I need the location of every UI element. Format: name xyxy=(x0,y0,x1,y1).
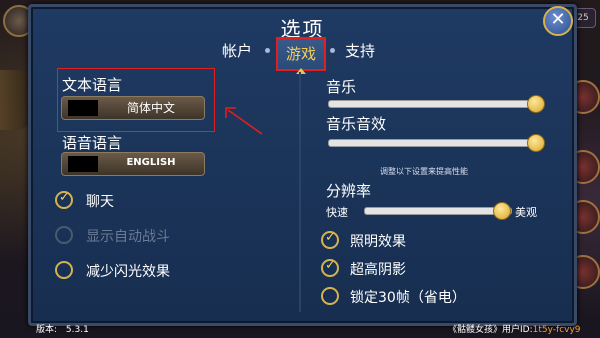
voice-language-label: 语音语言 xyxy=(62,134,123,152)
ultra-shadow-label: 超高阴影 xyxy=(350,262,406,278)
tab-bar: 帐户 游戏 支持 xyxy=(0,37,600,74)
reduce-flash-checkbox[interactable] xyxy=(55,261,73,279)
music-slider[interactable] xyxy=(328,95,545,113)
resolution-max-label: 美观 xyxy=(515,206,537,219)
voice-language-select[interactable]: ENGLISH xyxy=(61,152,205,176)
user-id: 1t5y-fcvy9 xyxy=(532,325,581,335)
lighting-checkbox[interactable] xyxy=(321,230,339,249)
text-language-value: 简体中文 xyxy=(126,101,175,115)
column-divider xyxy=(299,72,301,312)
resolution-min-label: 快速 xyxy=(326,206,348,219)
chat-label: 聊天 xyxy=(86,194,114,210)
ultra-shadow-checkbox[interactable] xyxy=(321,258,339,277)
version-info: 版本: 5.3.1 xyxy=(36,322,89,335)
text-language-label: 文本语言 xyxy=(62,76,123,94)
annotation-arrow-icon xyxy=(225,107,263,135)
game-title: 《骷髅女孩》用户ID: xyxy=(448,325,533,335)
tab-separator xyxy=(265,48,270,53)
chat-checkbox[interactable] xyxy=(55,190,73,209)
music-sfx-label: 音乐音效 xyxy=(326,115,387,133)
reduce-flash-label: 减少闪光效果 xyxy=(86,264,170,280)
flag-swatch xyxy=(68,156,98,172)
user-info: 《骷髅女孩》用户ID:1t5y-fcvy9 xyxy=(448,322,581,335)
lighting-label: 照明效果 xyxy=(350,234,406,250)
auto-battle-label: 显示自动战斗 xyxy=(86,229,170,245)
tab-game[interactable]: 游戏 xyxy=(276,37,326,71)
text-language-select[interactable]: 简体中文 xyxy=(61,96,205,120)
voice-language-value: ENGLISH xyxy=(126,157,176,168)
auto-battle-checkbox[interactable] xyxy=(55,226,73,244)
resolution-label: 分辨率 xyxy=(326,182,372,200)
tab-account[interactable]: 帐户 xyxy=(222,40,252,61)
music-sfx-slider[interactable] xyxy=(328,134,545,152)
flag-swatch xyxy=(68,100,98,116)
close-button[interactable]: ✕ xyxy=(543,6,573,36)
resolution-slider-knob[interactable] xyxy=(493,202,511,220)
lock-30fps-checkbox[interactable] xyxy=(321,287,339,305)
music-sfx-slider-knob[interactable] xyxy=(527,134,545,152)
tab-separator xyxy=(330,48,335,53)
tab-support[interactable]: 支持 xyxy=(345,40,375,61)
close-icon: ✕ xyxy=(550,9,566,30)
resolution-slider[interactable] xyxy=(364,202,512,220)
music-slider-knob[interactable] xyxy=(527,95,545,113)
active-tab-indicator xyxy=(296,68,306,74)
version-label: 版本: xyxy=(36,325,58,335)
music-label: 音乐 xyxy=(326,78,357,96)
lock-30fps-label: 锁定30帧（省电） xyxy=(350,290,466,306)
performance-note: 调整以下设置来提高性能 xyxy=(380,167,468,176)
version-value: 5.3.1 xyxy=(65,325,89,335)
